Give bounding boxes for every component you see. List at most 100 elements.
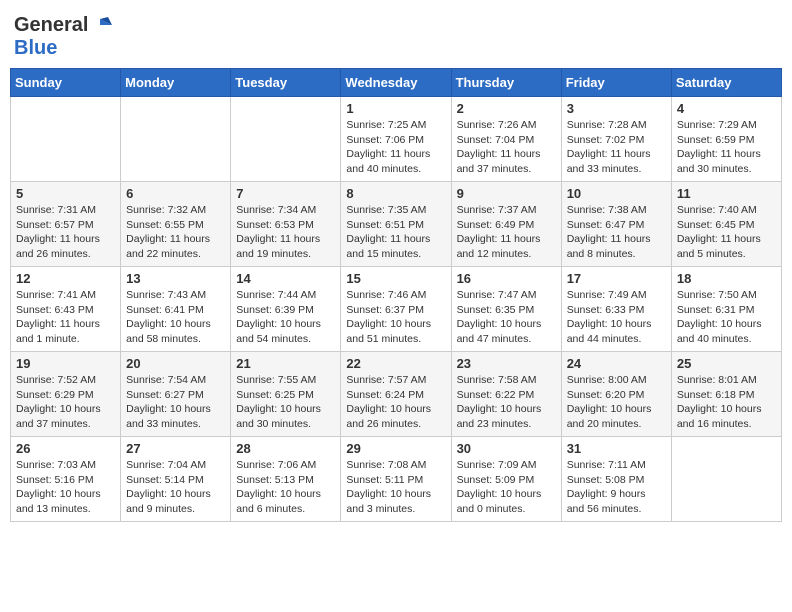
day-number: 30 — [457, 441, 556, 456]
page-header: General Blue — [10, 10, 782, 60]
calendar-cell: 11 Sunrise: 7:40 AMSunset: 6:45 PMDayligh… — [671, 182, 781, 267]
calendar-cell: 28 Sunrise: 7:06 AMSunset: 5:13 PMDayligh… — [231, 437, 341, 522]
day-info: Sunrise: 7:50 AMSunset: 6:31 PMDaylight:… — [677, 288, 776, 347]
calendar-cell — [121, 97, 231, 182]
calendar-week-row: 26 Sunrise: 7:03 AMSunset: 5:16 PMDayligh… — [11, 437, 782, 522]
day-info: Sunrise: 7:04 AMSunset: 5:14 PMDaylight:… — [126, 458, 225, 517]
day-number: 14 — [236, 271, 335, 286]
calendar-week-row: 5 Sunrise: 7:31 AMSunset: 6:57 PMDaylight… — [11, 182, 782, 267]
calendar-cell: 22 Sunrise: 7:57 AMSunset: 6:24 PMDayligh… — [341, 352, 451, 437]
logo-general: General — [14, 14, 88, 37]
calendar-cell: 4 Sunrise: 7:29 AMSunset: 6:59 PMDaylight… — [671, 97, 781, 182]
calendar-cell: 21 Sunrise: 7:55 AMSunset: 6:25 PMDayligh… — [231, 352, 341, 437]
day-number: 9 — [457, 186, 556, 201]
day-info: Sunrise: 8:00 AMSunset: 6:20 PMDaylight:… — [567, 373, 666, 432]
day-number: 17 — [567, 271, 666, 286]
day-info: Sunrise: 7:44 AMSunset: 6:39 PMDaylight:… — [236, 288, 335, 347]
day-info: Sunrise: 7:43 AMSunset: 6:41 PMDaylight:… — [126, 288, 225, 347]
calendar-cell — [11, 97, 121, 182]
day-number: 28 — [236, 441, 335, 456]
calendar-cell: 31Sunrise: 7:11 AMSunset: 5:08 PMDayligh… — [561, 437, 671, 522]
day-number: 20 — [126, 356, 225, 371]
calendar-cell: 2 Sunrise: 7:26 AMSunset: 7:04 PMDaylight… — [451, 97, 561, 182]
calendar-cell: 17 Sunrise: 7:49 AMSunset: 6:33 PMDayligh… — [561, 267, 671, 352]
calendar-cell: 23 Sunrise: 7:58 AMSunset: 6:22 PMDayligh… — [451, 352, 561, 437]
day-info: Sunrise: 7:47 AMSunset: 6:35 PMDaylight:… — [457, 288, 556, 347]
day-info: Sunrise: 7:35 AMSunset: 6:51 PMDaylight:… — [346, 203, 445, 262]
day-number: 26 — [16, 441, 115, 456]
calendar-cell: 19 Sunrise: 7:52 AMSunset: 6:29 PMDayligh… — [11, 352, 121, 437]
day-info: Sunrise: 7:37 AMSunset: 6:49 PMDaylight:… — [457, 203, 556, 262]
day-number: 31 — [567, 441, 666, 456]
calendar-cell: 26 Sunrise: 7:03 AMSunset: 5:16 PMDayligh… — [11, 437, 121, 522]
calendar-cell: 3 Sunrise: 7:28 AMSunset: 7:02 PMDaylight… — [561, 97, 671, 182]
calendar-cell: 20 Sunrise: 7:54 AMSunset: 6:27 PMDayligh… — [121, 352, 231, 437]
day-number: 8 — [346, 186, 445, 201]
day-info: Sunrise: 7:28 AMSunset: 7:02 PMDaylight:… — [567, 118, 666, 177]
day-info: Sunrise: 7:34 AMSunset: 6:53 PMDaylight:… — [236, 203, 335, 262]
calendar-cell: 13 Sunrise: 7:43 AMSunset: 6:41 PMDayligh… — [121, 267, 231, 352]
day-info: Sunrise: 7:40 AMSunset: 6:45 PMDaylight:… — [677, 203, 776, 262]
day-info: Sunrise: 8:01 AMSunset: 6:18 PMDaylight:… — [677, 373, 776, 432]
day-number: 22 — [346, 356, 445, 371]
weekday-header-monday: Monday — [121, 69, 231, 97]
weekday-header-tuesday: Tuesday — [231, 69, 341, 97]
day-info: Sunrise: 7:06 AMSunset: 5:13 PMDaylight:… — [236, 458, 335, 517]
calendar-cell: 25 Sunrise: 8:01 AMSunset: 6:18 PMDayligh… — [671, 352, 781, 437]
day-number: 12 — [16, 271, 115, 286]
calendar-cell — [671, 437, 781, 522]
calendar-cell: 14 Sunrise: 7:44 AMSunset: 6:39 PMDayligh… — [231, 267, 341, 352]
weekday-header-wednesday: Wednesday — [341, 69, 451, 97]
day-info: Sunrise: 7:29 AMSunset: 6:59 PMDaylight:… — [677, 118, 776, 177]
calendar-cell — [231, 97, 341, 182]
calendar-cell: 30 Sunrise: 7:09 AMSunset: 5:09 PMDayligh… — [451, 437, 561, 522]
calendar-cell: 6Sunrise: 7:32 AMSunset: 6:55 PMDaylight… — [121, 182, 231, 267]
day-number: 13 — [126, 271, 225, 286]
day-number: 19 — [16, 356, 115, 371]
logo: General Blue — [14, 14, 112, 60]
day-info: Sunrise: 7:52 AMSunset: 6:29 PMDaylight:… — [16, 373, 115, 432]
logo-bird-icon — [90, 15, 112, 37]
calendar-cell: 12 Sunrise: 7:41 AMSunset: 6:43 PMDayligh… — [11, 267, 121, 352]
day-number: 3 — [567, 101, 666, 116]
calendar-cell: 29Sunrise: 7:08 AMSunset: 5:11 PMDayligh… — [341, 437, 451, 522]
day-info: Sunrise: 7:54 AMSunset: 6:27 PMDaylight:… — [126, 373, 225, 432]
day-number: 23 — [457, 356, 556, 371]
day-number: 2 — [457, 101, 556, 116]
weekday-header-saturday: Saturday — [671, 69, 781, 97]
day-info: Sunrise: 7:38 AMSunset: 6:47 PMDaylight:… — [567, 203, 666, 262]
day-number: 24 — [567, 356, 666, 371]
day-number: 4 — [677, 101, 776, 116]
day-number: 1 — [346, 101, 445, 116]
calendar-cell: 15Sunrise: 7:46 AMSunset: 6:37 PMDayligh… — [341, 267, 451, 352]
day-info: Sunrise: 7:41 AMSunset: 6:43 PMDaylight:… — [16, 288, 115, 347]
calendar-week-row: 1Sunrise: 7:25 AMSunset: 7:06 PMDaylight… — [11, 97, 782, 182]
day-info: Sunrise: 7:26 AMSunset: 7:04 PMDaylight:… — [457, 118, 556, 177]
day-number: 18 — [677, 271, 776, 286]
day-number: 25 — [677, 356, 776, 371]
day-info: Sunrise: 7:57 AMSunset: 6:24 PMDaylight:… — [346, 373, 445, 432]
day-info: Sunrise: 7:58 AMSunset: 6:22 PMDaylight:… — [457, 373, 556, 432]
calendar-cell: 7Sunrise: 7:34 AMSunset: 6:53 PMDaylight… — [231, 182, 341, 267]
weekday-header-thursday: Thursday — [451, 69, 561, 97]
day-info: Sunrise: 7:31 AMSunset: 6:57 PMDaylight:… — [16, 203, 115, 262]
calendar-cell: 16Sunrise: 7:47 AMSunset: 6:35 PMDayligh… — [451, 267, 561, 352]
day-number: 29 — [346, 441, 445, 456]
calendar-cell: 1Sunrise: 7:25 AMSunset: 7:06 PMDaylight… — [341, 97, 451, 182]
day-number: 21 — [236, 356, 335, 371]
day-info: Sunrise: 7:49 AMSunset: 6:33 PMDaylight:… — [567, 288, 666, 347]
calendar-cell: 18 Sunrise: 7:50 AMSunset: 6:31 PMDayligh… — [671, 267, 781, 352]
weekday-header-friday: Friday — [561, 69, 671, 97]
day-number: 11 — [677, 186, 776, 201]
calendar-week-row: 12 Sunrise: 7:41 AMSunset: 6:43 PMDayligh… — [11, 267, 782, 352]
day-number: 10 — [567, 186, 666, 201]
day-info: Sunrise: 7:03 AMSunset: 5:16 PMDaylight:… — [16, 458, 115, 517]
weekday-header-sunday: Sunday — [11, 69, 121, 97]
calendar-cell: 5 Sunrise: 7:31 AMSunset: 6:57 PMDaylight… — [11, 182, 121, 267]
calendar-week-row: 19 Sunrise: 7:52 AMSunset: 6:29 PMDayligh… — [11, 352, 782, 437]
day-info: Sunrise: 7:55 AMSunset: 6:25 PMDaylight:… — [236, 373, 335, 432]
day-info: Sunrise: 7:09 AMSunset: 5:09 PMDaylight:… — [457, 458, 556, 517]
calendar-cell: 27Sunrise: 7:04 AMSunset: 5:14 PMDayligh… — [121, 437, 231, 522]
day-number: 5 — [16, 186, 115, 201]
calendar-cell: 8 Sunrise: 7:35 AMSunset: 6:51 PMDaylight… — [341, 182, 451, 267]
